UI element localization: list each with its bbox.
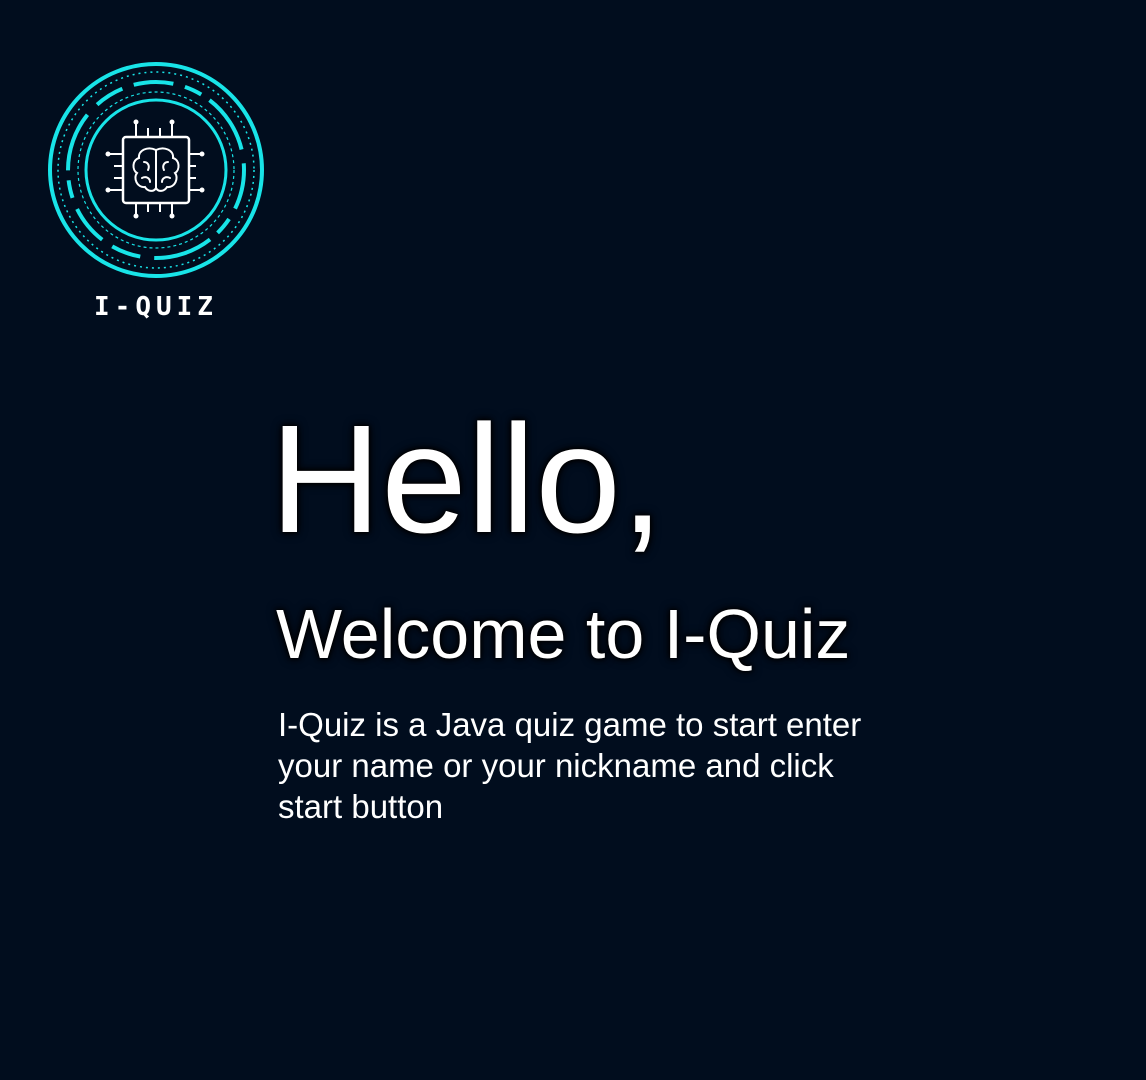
app-logo xyxy=(44,58,268,282)
welcome-heading: Welcome to I-Quiz xyxy=(276,595,851,673)
brain-chip-icon xyxy=(48,62,264,278)
intro-description: I-Quiz is a Java quiz game to start ente… xyxy=(278,706,862,825)
brand-name: I-QUIZ xyxy=(94,292,218,322)
greeting-heading: Hello, xyxy=(270,393,664,565)
